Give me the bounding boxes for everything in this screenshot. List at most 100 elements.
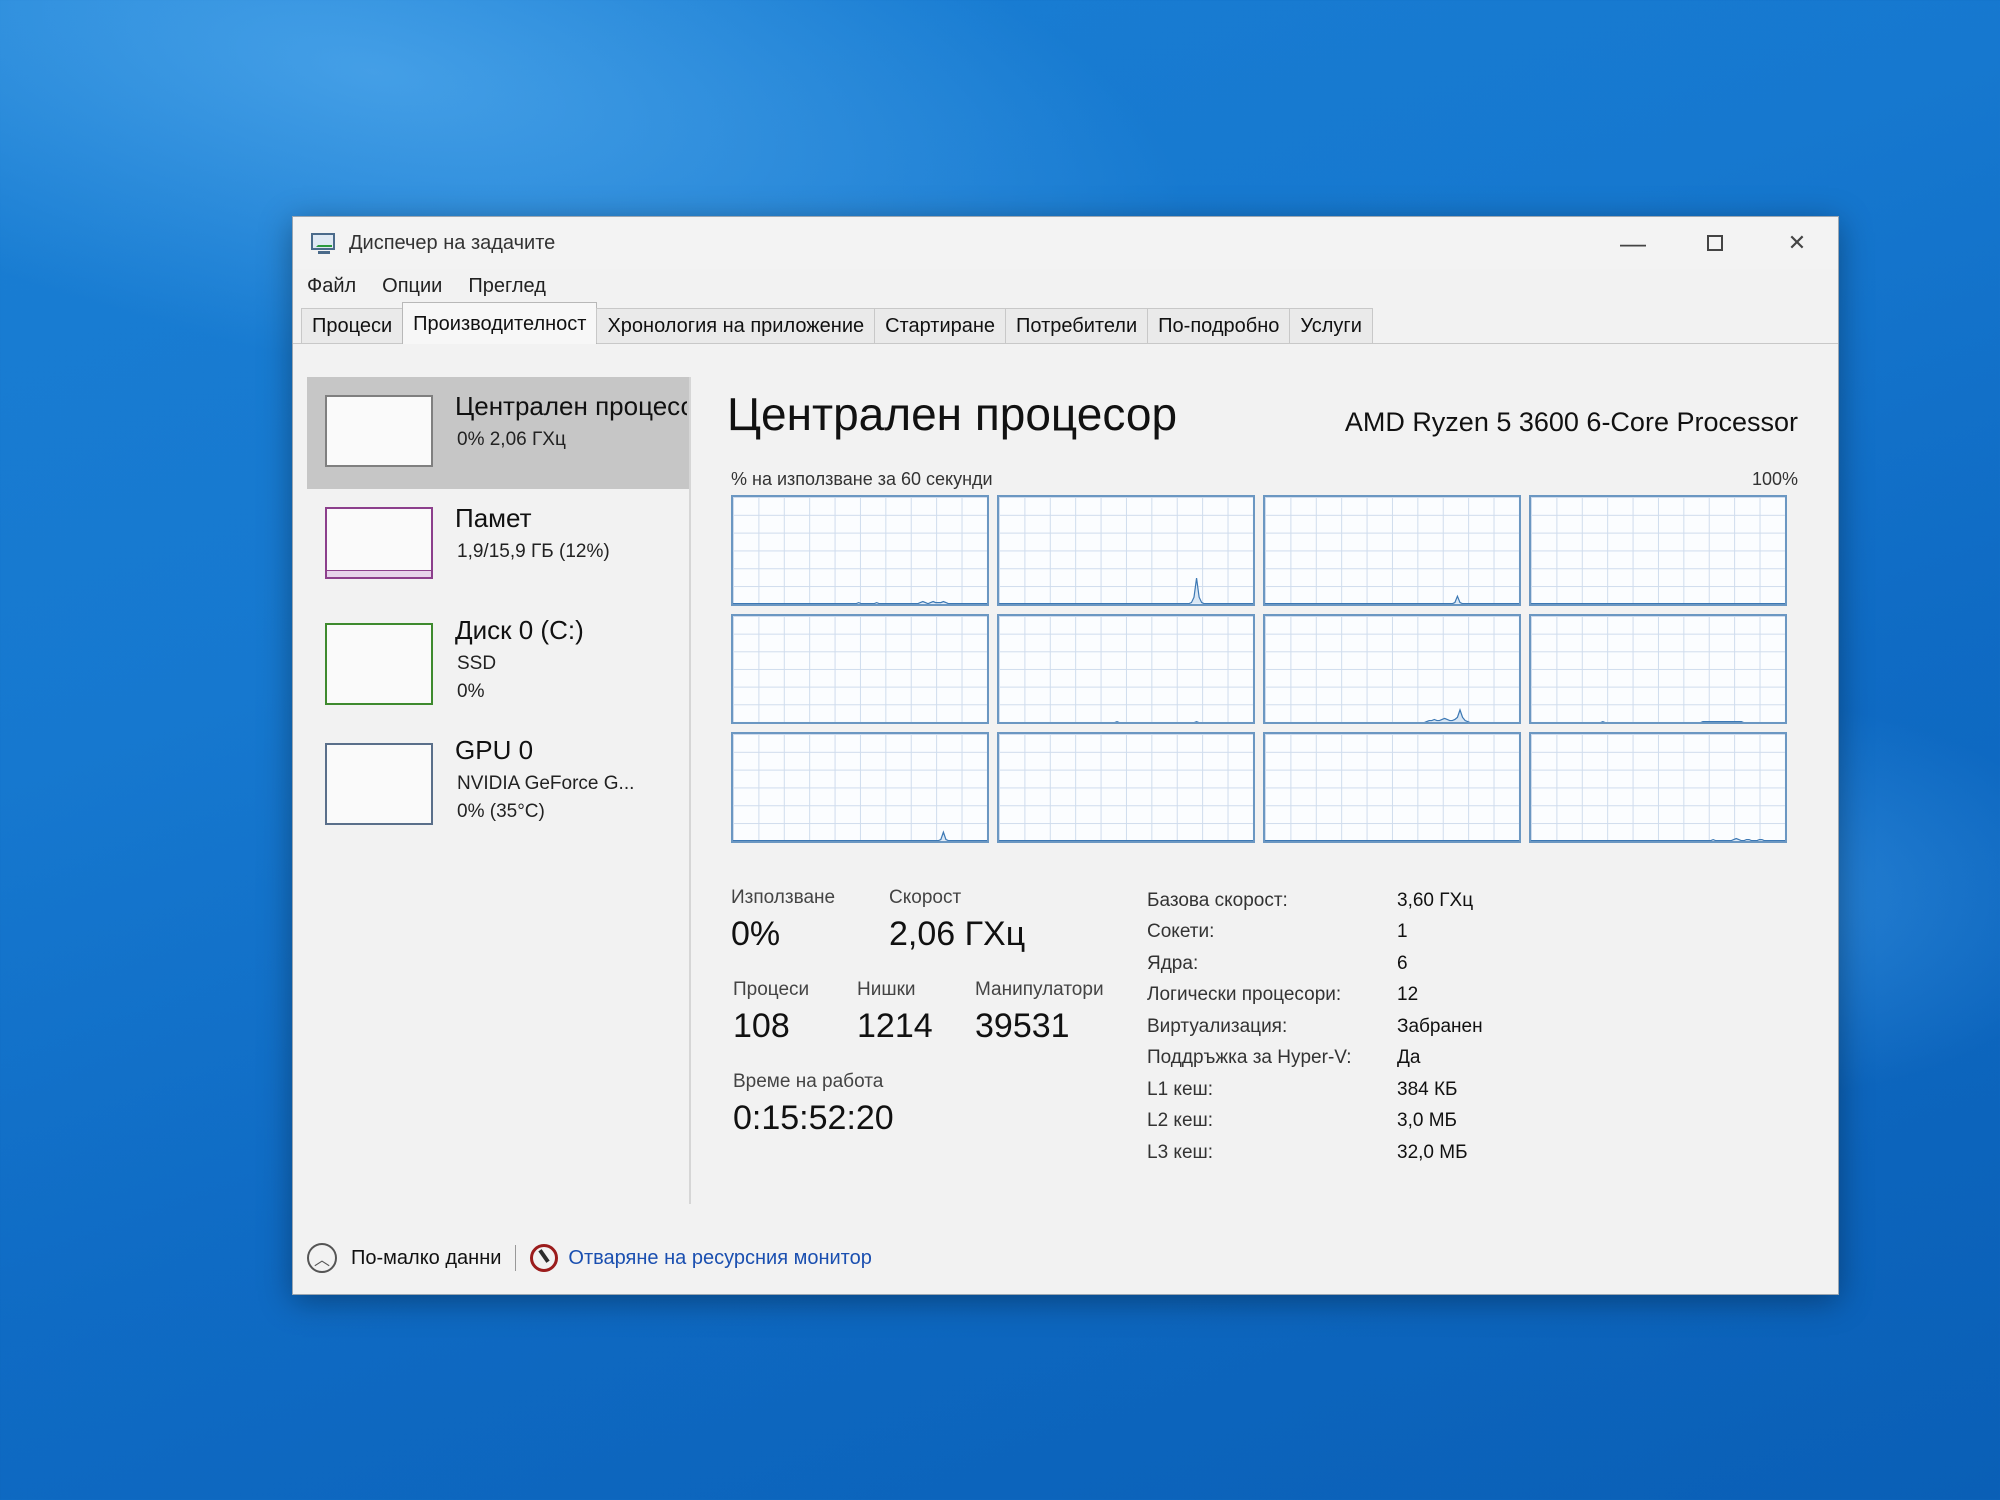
memory-thumbnail-graph [325, 507, 433, 579]
spec-row: Логически процесори: 12 [1147, 980, 1667, 1012]
usage-value: 0% [731, 915, 781, 953]
sidebar-item-gpu[interactable]: GPU 0 NVIDIA GeForce G... 0% (35°C) [307, 721, 689, 841]
core-usage-line [999, 721, 1253, 722]
spec-key: Логически процесори: [1147, 984, 1342, 1006]
sidebar-item-label: GPU 0 [455, 735, 534, 765]
core-usage-plot [733, 497, 987, 604]
performance-panel: Централен процесор 0% 2,06 ГХц Памет 1,9… [307, 377, 1828, 1204]
core-usage-line [999, 578, 1253, 604]
tab-bar: Процеси Производителност Хронология на п… [293, 302, 1838, 344]
tab-services[interactable]: Услуги [1289, 308, 1373, 343]
tab-startup[interactable]: Стартиране [874, 308, 1007, 343]
core-usage-plot [1531, 616, 1785, 723]
gpu-thumbnail-graph [325, 743, 433, 825]
processes-value: 108 [733, 1007, 790, 1045]
core-usage-area [999, 578, 1253, 604]
threads-value: 1214 [857, 1007, 933, 1045]
spec-row: Сокети: 1 [1147, 917, 1667, 949]
sidebar-item-disk[interactable]: Диск 0 (C:) SSD 0% [307, 601, 689, 721]
spec-value: 6 [1397, 952, 1408, 974]
spec-key: Поддръжка за Hyper-V: [1147, 1047, 1352, 1069]
footer-divider [515, 1245, 517, 1271]
core-usage-plot [999, 497, 1253, 604]
close-button[interactable]: ✕ [1756, 217, 1838, 269]
sidebar-item-label: Памет [455, 503, 532, 533]
core-usage-line [1265, 596, 1519, 603]
tab-app-history[interactable]: Хронология на приложение [596, 308, 876, 343]
window-title: Диспечер на задачите [349, 231, 556, 254]
tab-details[interactable]: По-подробно [1147, 308, 1291, 343]
spec-key: L2 кеш: [1147, 1110, 1214, 1132]
sidebar-item-detail: SSD [457, 653, 497, 674]
spec-value: Забранен [1397, 1015, 1483, 1037]
sidebar-item-cpu[interactable]: Централен процесор 0% 2,06 ГХц [307, 377, 689, 489]
logical-processor-graphs [731, 495, 1787, 843]
threads-label: Нишки [857, 979, 916, 1000]
core-usage-plot [1265, 497, 1519, 604]
spec-key: Базова скорост: [1147, 889, 1288, 911]
cpu-stats: Използване 0% Скорост 2,06 ГХц Процеси 1… [731, 887, 1151, 1187]
task-manager-icon [309, 231, 339, 255]
core-usage-line [1531, 721, 1785, 722]
core-usage-plot [733, 616, 987, 723]
core-usage-area [733, 832, 987, 841]
core-graph [997, 732, 1255, 843]
spec-row: L2 кеш: 3,0 МБ [1147, 1106, 1667, 1138]
resource-sidebar: Централен процесор 0% 2,06 ГХц Памет 1,9… [307, 377, 691, 1204]
maximize-button[interactable] [1674, 217, 1756, 269]
spec-row: Виртуализация: Забранен [1147, 1011, 1667, 1043]
spec-row: Поддръжка за Hyper-V: Да [1147, 1043, 1667, 1075]
sidebar-item-detail: 0% (35°C) [457, 801, 545, 822]
spec-key: Виртуализация: [1147, 1015, 1288, 1037]
uptime-label: Време на работа [733, 1071, 884, 1092]
core-graph [731, 732, 989, 843]
spec-value: 32,0 МБ [1397, 1141, 1468, 1163]
tab-performance[interactable]: Производителност [402, 302, 598, 344]
spec-row: L3 кеш: 32,0 МБ [1147, 1137, 1667, 1169]
core-graph [1263, 613, 1521, 725]
graph-caption: % на използване за 60 секунди [731, 469, 993, 489]
spec-key: L3 кеш: [1147, 1141, 1214, 1163]
core-usage-plot [1265, 734, 1519, 841]
core-usage-plot [999, 734, 1253, 841]
resource-monitor-icon [530, 1244, 559, 1272]
menu-options[interactable]: Опции [382, 275, 442, 298]
cpu-model-name: AMD Ryzen 5 3600 6-Core Processor [1344, 407, 1798, 437]
cpu-spec-table: Базова скорост: 3,60 ГХц Сокети: 1 Ядра: 6 … [1147, 885, 1667, 1169]
tab-processes[interactable]: Процеси [301, 308, 404, 343]
core-usage-area [1265, 596, 1519, 604]
fewer-details-button[interactable]: По-малко данни [351, 1247, 501, 1270]
sidebar-item-label: Диск 0 (C:) [455, 615, 584, 645]
task-manager-window: Диспечер на задачите — ✕ Файл Опции Прег… [292, 216, 1839, 1295]
chevron-up-icon[interactable]: ︿ [307, 1243, 337, 1273]
core-usage-plot [1265, 616, 1519, 723]
sidebar-item-memory[interactable]: Памет 1,9/15,9 ГБ (12%) [307, 489, 689, 601]
maximize-icon [1707, 235, 1723, 251]
graph-max-label: 100% [1751, 469, 1798, 489]
open-resource-monitor-link[interactable]: Отваряне на ресурсния монитор [568, 1247, 871, 1270]
spec-value: 384 КБ [1397, 1078, 1458, 1100]
uptime-value: 0:15:52:20 [733, 1099, 894, 1137]
core-graph [731, 613, 989, 725]
minimize-button[interactable]: — [1592, 217, 1674, 269]
spec-key: Сокети: [1147, 921, 1215, 943]
title-bar[interactable]: Диспечер на задачите — ✕ [293, 217, 1838, 269]
footer-bar: ︿ По-малко данни Отваряне на ресурсния м… [307, 1236, 872, 1280]
sidebar-item-detail: 1,9/15,9 ГБ (12%) [457, 541, 610, 562]
menu-file[interactable]: Файл [307, 275, 356, 298]
cpu-detail-pane: Централен процесор AMD Ryzen 5 3600 6-Co… [727, 377, 1798, 1204]
core-graph [997, 495, 1255, 606]
disk-thumbnail-graph [325, 623, 433, 705]
spec-row: L1 кеш: 384 КБ [1147, 1074, 1667, 1106]
tab-users[interactable]: Потребители [1005, 308, 1149, 343]
spec-value: Да [1397, 1047, 1421, 1069]
core-usage-line [733, 602, 987, 604]
spec-row: Ядра: 6 [1147, 948, 1667, 980]
core-usage-plot [1531, 497, 1785, 604]
menu-view[interactable]: Преглед [468, 275, 546, 298]
core-graph [1529, 613, 1787, 725]
core-graph [731, 495, 989, 606]
page-title: Централен процесор [727, 388, 1178, 440]
core-graph [1263, 495, 1521, 606]
sidebar-item-detail: NVIDIA GeForce G... [457, 773, 635, 794]
